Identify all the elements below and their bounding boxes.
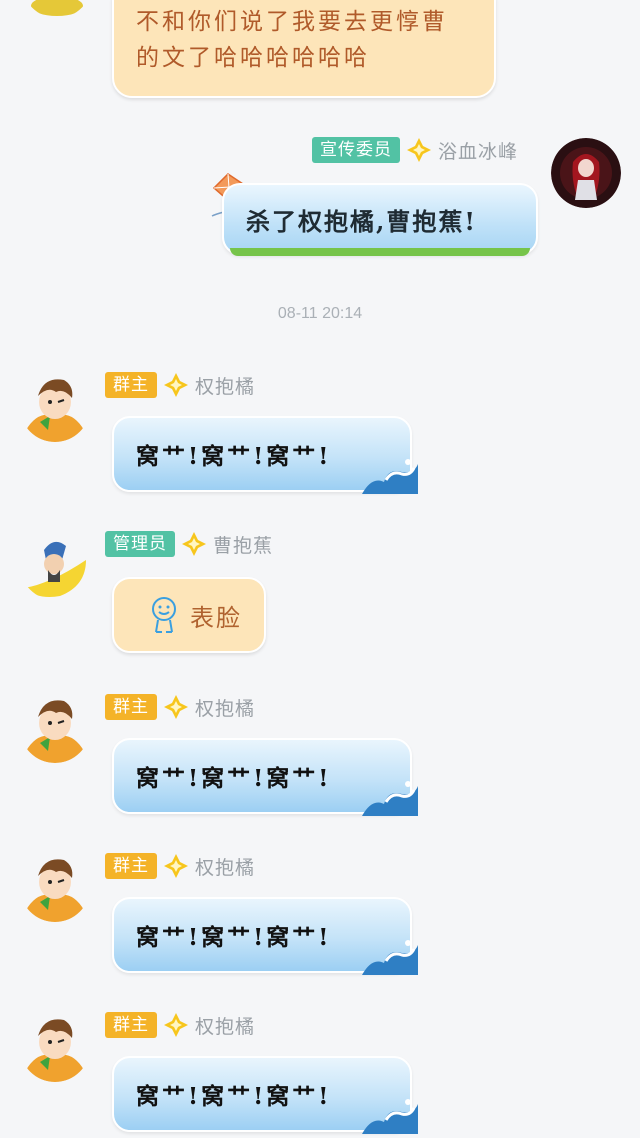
- role-badge: 宣传委员: [312, 137, 400, 163]
- wave-decoration: [362, 1099, 418, 1134]
- avatar[interactable]: [22, 0, 92, 18]
- smiley-face-icon: [152, 597, 176, 633]
- wave-decoration: [362, 781, 418, 816]
- message-meta: 群主 权抱橘: [105, 852, 255, 880]
- avatar[interactable]: [20, 530, 90, 600]
- message-meta: 群主 权抱橘: [105, 693, 255, 721]
- message-bubble[interactable]: 窝艹!窝艹!窝艹!: [112, 738, 418, 816]
- message-text: 窝艹!窝艹!窝艹!: [136, 924, 332, 951]
- message-bubble[interactable]: 表脸: [112, 577, 266, 653]
- wave-decoration: [362, 940, 418, 975]
- message-text: 窝艹!窝艹!窝艹!: [136, 443, 332, 470]
- sender-name: 浴血冰峰: [438, 140, 519, 163]
- message-meta: 群主 权抱橘: [105, 371, 255, 399]
- star-icon: [182, 532, 206, 556]
- message-meta: 宣传委员 浴血冰峰: [312, 136, 518, 164]
- sender-name: 权抱橘: [195, 375, 256, 398]
- message-text: 窝艹!窝艹!窝艹!: [136, 765, 332, 792]
- star-icon: [407, 138, 431, 162]
- message-text: 表脸: [190, 603, 242, 632]
- avatar[interactable]: [20, 1012, 90, 1082]
- sender-name: 曹抱蕉: [213, 534, 274, 557]
- avatar[interactable]: [20, 693, 90, 763]
- avatar[interactable]: [20, 372, 90, 442]
- avatar[interactable]: [20, 852, 90, 922]
- message-text: 不和你们说了我要去更惇曹的文了哈哈哈哈哈哈: [136, 9, 448, 71]
- avatar[interactable]: [551, 138, 621, 208]
- sender-name: 权抱橘: [195, 1015, 256, 1038]
- sender-name: 权抱橘: [195, 697, 256, 720]
- wave-decoration: [362, 459, 418, 494]
- message-bubble[interactable]: 窝艹!窝艹!窝艹!: [112, 416, 418, 494]
- message-text: 窝艹!窝艹!窝艹!: [136, 1083, 332, 1110]
- role-badge: 群主: [105, 1012, 157, 1038]
- message-bubble[interactable]: 杀了权抱橘,曹抱蕉!: [222, 183, 538, 256]
- message-meta: 群主 权抱橘: [105, 1011, 255, 1039]
- message-bubble[interactable]: 不和你们说了我要去更惇曹的文了哈哈哈哈哈哈: [112, 0, 496, 98]
- grass-decoration: [230, 248, 530, 256]
- sender-name: 权抱橘: [195, 856, 256, 879]
- role-badge: 群主: [105, 372, 157, 398]
- star-icon: [164, 1013, 188, 1037]
- chat-view: 不和你们说了我要去更惇曹的文了哈哈哈哈哈哈 宣传委员 浴血冰峰 杀了权抱橘,曹抱…: [0, 0, 640, 1138]
- message-bubble[interactable]: 窝艹!窝艹!窝艹!: [112, 1056, 418, 1134]
- star-icon: [164, 854, 188, 878]
- message-meta: 管理员 曹抱蕉: [105, 530, 273, 558]
- message-bubble[interactable]: 窝艹!窝艹!窝艹!: [112, 897, 418, 975]
- timestamp: 08-11 20:14: [277, 305, 363, 322]
- star-icon: [164, 695, 188, 719]
- star-icon: [164, 373, 188, 397]
- message-text: 杀了权抱橘,曹抱蕉!: [246, 206, 477, 236]
- role-badge: 群主: [105, 853, 157, 879]
- role-badge: 管理员: [105, 531, 175, 557]
- role-badge: 群主: [105, 694, 157, 720]
